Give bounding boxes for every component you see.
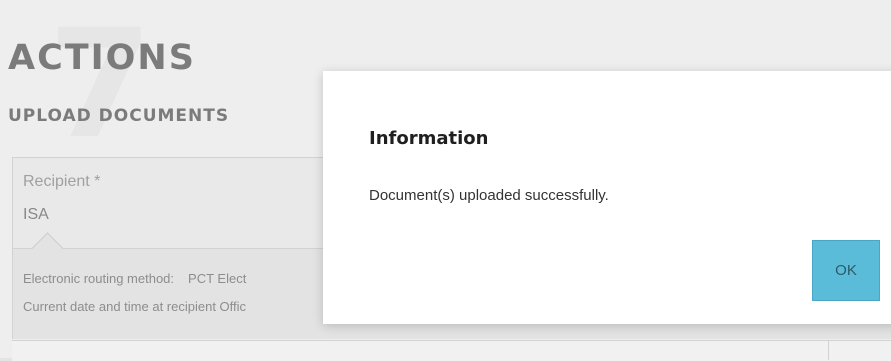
table-column-divider [828,340,829,360]
recipient-datetime-line: Current date and time at recipient Offic [23,299,246,314]
page-title: ACTIONS [8,38,196,78]
watermark-graphic: 7 [48,10,153,160]
recipient-label: Recipient * [23,173,101,190]
routing-method-label: Electronic routing method: [23,271,175,286]
recipient-value: ISA [23,206,49,223]
ok-button[interactable]: OK [812,240,880,301]
section-title: UPLOAD DOCUMENTS [8,106,230,126]
information-dialog: Information Document(s) uploaded success… [323,71,891,324]
routing-method-value: PCT Elect [188,271,247,286]
routing-method-line: Electronic routing method: PCT Elect [23,271,246,286]
dialog-message: Document(s) uploaded successfully. [369,187,609,204]
recipient-datetime-label: Current date and time at recipient Offic [23,299,247,314]
dialog-title: Information [369,128,489,149]
